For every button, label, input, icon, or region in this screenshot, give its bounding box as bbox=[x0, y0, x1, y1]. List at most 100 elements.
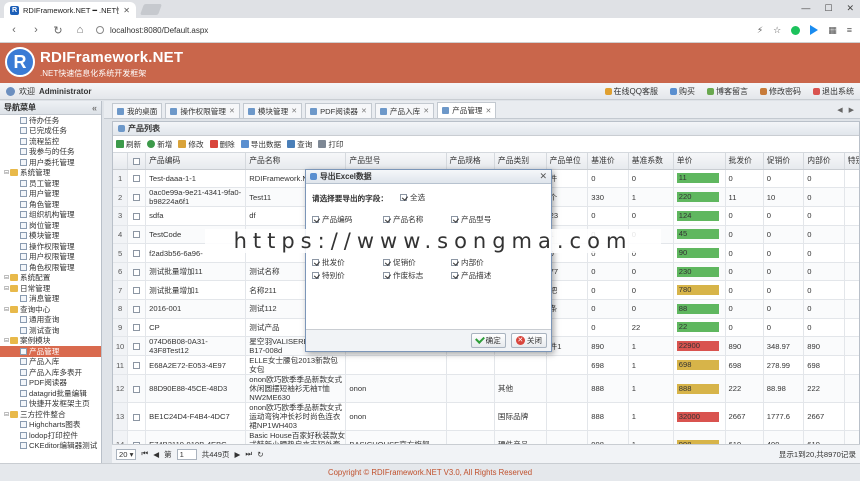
window-close-icon[interactable]: ✕ bbox=[846, 3, 854, 14]
row-checkbox[interactable] bbox=[127, 355, 147, 376]
pager-refresh-icon[interactable]: ↻ bbox=[257, 450, 263, 459]
page-tab[interactable]: 模块管理 ✕ bbox=[242, 103, 303, 118]
tab-close-icon[interactable]: ✕ bbox=[361, 107, 367, 115]
page-tab[interactable]: 产品管理 ✕ bbox=[437, 102, 497, 118]
field-checkbox[interactable]: 产品名称 bbox=[383, 214, 423, 225]
select-all-checkbox[interactable]: 全选 bbox=[400, 192, 425, 203]
sidebar-item[interactable]: 员工管理 bbox=[0, 178, 101, 189]
sidebar-item[interactable]: ⊟ 系统管理 bbox=[0, 168, 101, 179]
logout-link[interactable]: 退出系统 bbox=[813, 86, 854, 97]
row-checkbox[interactable] bbox=[127, 187, 147, 208]
sidebar-item[interactable]: ⊟ 案例模块 bbox=[0, 336, 101, 347]
sidebar-item[interactable]: 角色管理 bbox=[0, 199, 101, 210]
star-icon[interactable]: ☆ bbox=[773, 25, 781, 36]
tab-scroll-right-icon[interactable]: ▶ bbox=[849, 106, 854, 114]
column-header[interactable]: 产品型号 bbox=[345, 153, 447, 170]
row-checkbox[interactable] bbox=[127, 318, 147, 338]
player-icon[interactable] bbox=[810, 25, 819, 35]
column-header[interactable]: 产品名称 bbox=[245, 153, 347, 170]
tab-close-icon[interactable]: ✕ bbox=[423, 107, 429, 115]
sidebar-item[interactable]: lodop打印控件 bbox=[0, 430, 101, 441]
page-number-input[interactable]: 1 bbox=[176, 448, 197, 460]
sidebar-item[interactable]: 产品入库多表开 bbox=[0, 367, 101, 378]
next-page-icon[interactable]: ▶ bbox=[235, 450, 241, 459]
row-checkbox[interactable] bbox=[127, 280, 147, 301]
field-checkbox[interactable]: 产品描述 bbox=[451, 270, 491, 281]
sidebar-item[interactable]: 用户权限管理 bbox=[0, 252, 101, 263]
home-icon[interactable]: ⌂ bbox=[74, 24, 86, 36]
row-checkbox[interactable] bbox=[127, 402, 147, 432]
flash-icon[interactable]: ⚡ bbox=[757, 25, 763, 36]
table-row[interactable]: 12 88D90E88-45CE-48D3 onon欧巧欧季季品新款女式休闲圆摆短袖… bbox=[113, 374, 859, 404]
qq-service-link[interactable]: 在线QQ客服 bbox=[604, 86, 658, 97]
row-checkbox[interactable] bbox=[127, 206, 147, 226]
grid-icon[interactable]: ▦ bbox=[828, 25, 837, 36]
sidebar-item[interactable]: 通用查询 bbox=[0, 315, 101, 326]
add-button[interactable]: 新增 bbox=[147, 139, 172, 150]
minimize-icon[interactable]: — bbox=[801, 3, 810, 14]
new-tab-button[interactable] bbox=[139, 4, 163, 15]
sidebar-item[interactable]: 产品管理 bbox=[0, 346, 101, 357]
column-header[interactable]: 基准系数 bbox=[628, 153, 674, 170]
row-checkbox[interactable] bbox=[127, 225, 147, 245]
column-header[interactable]: 产品类别 bbox=[494, 153, 547, 170]
change-password-link[interactable]: 修改密码 bbox=[760, 86, 801, 97]
column-header[interactable]: 基准价 bbox=[587, 153, 629, 170]
sidebar-item[interactable]: 消息管理 bbox=[0, 294, 101, 305]
field-checkbox[interactable]: 产品编码 bbox=[312, 214, 352, 225]
search-button[interactable]: 查询 bbox=[287, 139, 312, 150]
blog-link[interactable]: 博客留言 bbox=[707, 86, 748, 97]
edit-button[interactable]: 修改 bbox=[178, 139, 204, 150]
table-row[interactable]: 13 BE1C24D4-F4B4-4DC7 onon欧巧欧季季品新款女式运动弯钩冲长… bbox=[113, 402, 859, 432]
column-header[interactable]: 产品编码 bbox=[145, 153, 247, 170]
field-checkbox[interactable]: 内部价 bbox=[451, 257, 484, 268]
row-checkbox[interactable] bbox=[127, 299, 147, 319]
table-row[interactable]: 11 E68A2E72-E053-4E97 ELLE女士腰包2013新款包女包 698… bbox=[113, 355, 859, 376]
field-checkbox[interactable]: 批发价 bbox=[312, 257, 345, 268]
sidebar-item[interactable]: ⊟ 三方控件整合 bbox=[0, 409, 101, 420]
column-header[interactable]: 促销价 bbox=[763, 153, 805, 170]
wechat-icon[interactable] bbox=[791, 25, 801, 35]
ok-button[interactable]: 确定 bbox=[470, 333, 506, 348]
column-header[interactable]: 产品规格 bbox=[446, 153, 495, 170]
sidebar-item[interactable]: datagrid批量编辑 bbox=[0, 388, 101, 399]
refresh-button[interactable]: 刷新 bbox=[116, 139, 141, 150]
close-tab-icon[interactable]: ✕ bbox=[123, 6, 130, 15]
page-tab[interactable]: 操作权限管理 ✕ bbox=[165, 103, 240, 118]
back-icon[interactable]: ‹ bbox=[8, 24, 20, 36]
sidebar-item[interactable]: 角色权限管理 bbox=[0, 262, 101, 273]
sidebar-item[interactable]: Highcharts图表 bbox=[0, 420, 101, 431]
sidebar-item[interactable]: 组织机构管理 bbox=[0, 210, 101, 221]
sidebar-item[interactable]: 快捷开发框架主页 bbox=[0, 399, 101, 410]
forward-icon[interactable]: › bbox=[30, 24, 42, 36]
export-button[interactable]: 导出数据 bbox=[240, 139, 281, 150]
sidebar-item[interactable]: ⊟ 系统配置 bbox=[0, 273, 101, 284]
page-tab[interactable]: PDF阅读器 ✕ bbox=[305, 103, 372, 118]
row-checkbox[interactable] bbox=[127, 374, 147, 404]
sidebar-item[interactable]: 流程监控 bbox=[0, 136, 101, 147]
sidebar-item[interactable]: 已完成任务 bbox=[0, 126, 101, 137]
row-checkbox[interactable] bbox=[127, 243, 147, 263]
menu-icon[interactable]: ≡ bbox=[847, 25, 852, 35]
sidebar-item[interactable]: 岗位管理 bbox=[0, 220, 101, 231]
delete-button[interactable]: 删除 bbox=[209, 139, 235, 150]
column-header[interactable]: 单价 bbox=[673, 153, 726, 170]
select-all-rows-checkbox[interactable] bbox=[127, 153, 147, 170]
sidebar-item[interactable]: 模块管理 bbox=[0, 231, 101, 242]
field-checkbox[interactable]: 作废标志 bbox=[383, 270, 423, 281]
reload-icon[interactable]: ↻ bbox=[52, 24, 64, 37]
column-header[interactable]: 内部价 bbox=[803, 153, 845, 170]
browser-tab[interactable]: R RDIFramework.NET ━ .NET快 ✕ bbox=[4, 2, 136, 18]
sidebar-item[interactable]: 测试查询 bbox=[0, 325, 101, 336]
sidebar-item[interactable]: 用户委托管理 bbox=[0, 157, 101, 168]
tab-scroll-left-icon[interactable]: ◀ bbox=[837, 106, 842, 114]
sidebar-item[interactable]: CKEditor编辑器测试 bbox=[0, 441, 101, 452]
collapse-icon[interactable]: « bbox=[92, 103, 97, 113]
last-page-icon[interactable]: ⏭ bbox=[245, 449, 252, 459]
close-button[interactable]: ✕ 关闭 bbox=[510, 333, 547, 348]
row-checkbox[interactable] bbox=[127, 336, 147, 357]
sidebar-item[interactable]: PDF阅读器 bbox=[0, 378, 101, 389]
tab-close-icon[interactable]: ✕ bbox=[229, 107, 235, 115]
prev-page-icon[interactable]: ◀ bbox=[153, 450, 159, 459]
sidebar-item[interactable]: ⊟ 日常管理 bbox=[0, 283, 101, 294]
